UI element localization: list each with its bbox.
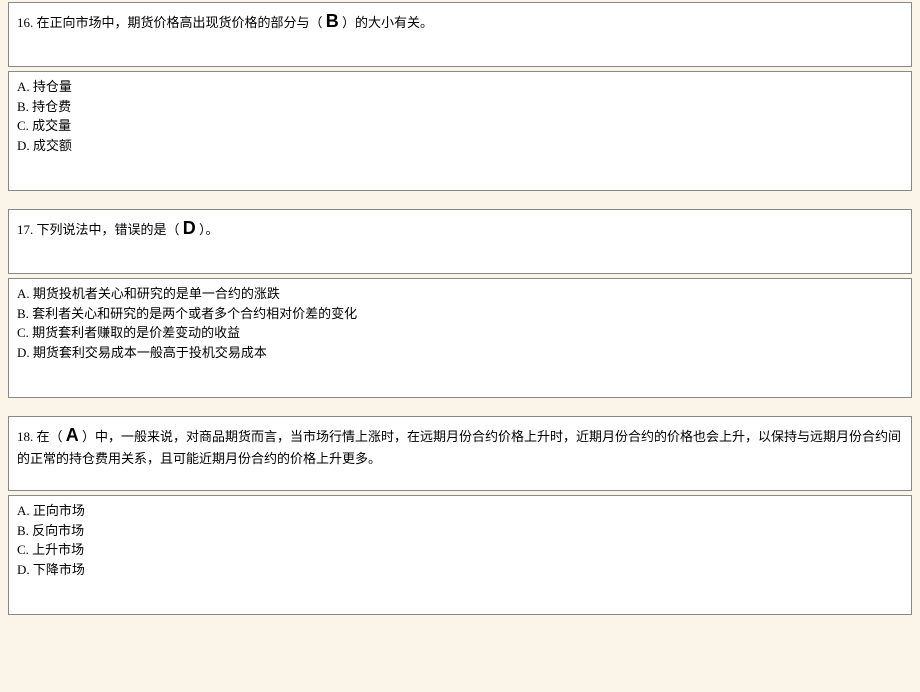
question-text-before: 在（ bbox=[37, 429, 63, 444]
option-a: A. 正向市场 bbox=[17, 501, 903, 521]
option-c: C. 期货套利者赚取的是价差变动的收益 bbox=[17, 323, 903, 343]
answer-letter: A bbox=[66, 425, 79, 445]
option-a: A. 期货投机者关心和研究的是单一合约的涨跌 bbox=[17, 284, 903, 304]
question-text-before: 在正向市场中，期货价格高出现货价格的部分与（ bbox=[37, 15, 323, 30]
question-text-after: ）中，一般来说，对商品期货而言，当市场行情上涨时，在远期月份合约价格上升时，近期… bbox=[17, 429, 901, 466]
option-b: B. 反向市场 bbox=[17, 521, 903, 541]
question-box: 17. 下列说法中，错误的是（ D ）。 bbox=[8, 209, 912, 274]
question-number: 16. bbox=[17, 15, 33, 30]
question-number: 18. bbox=[17, 429, 33, 444]
option-d: D. 下降市场 bbox=[17, 560, 903, 580]
answer-letter: B bbox=[326, 11, 339, 31]
question-text-before: 下列说法中，错误的是（ bbox=[37, 222, 180, 237]
question-box: 18. 在（ A ）中，一般来说，对商品期货而言，当市场行情上涨时，在远期月份合… bbox=[8, 416, 912, 491]
option-b: B. 套利者关心和研究的是两个或者多个合约相对价差的变化 bbox=[17, 304, 903, 324]
option-a: A. 持仓量 bbox=[17, 77, 903, 97]
question-number: 17. bbox=[17, 222, 33, 237]
answer-box: A. 正向市场 B. 反向市场 C. 上升市场 D. 下降市场 bbox=[8, 495, 912, 615]
question-block-18: 18. 在（ A ）中，一般来说，对商品期货而言，当市场行情上涨时，在远期月份合… bbox=[0, 416, 920, 615]
option-c: C. 成交量 bbox=[17, 116, 903, 136]
option-c: C. 上升市场 bbox=[17, 540, 903, 560]
answer-box: A. 持仓量 B. 持仓费 C. 成交量 D. 成交额 bbox=[8, 71, 912, 191]
question-text-after: ）。 bbox=[199, 222, 219, 237]
answer-letter: D bbox=[183, 218, 196, 238]
question-box: 16. 在正向市场中，期货价格高出现货价格的部分与（ B ）的大小有关。 bbox=[8, 2, 912, 67]
question-block-17: 17. 下列说法中，错误的是（ D ）。 A. 期货投机者关心和研究的是单一合约… bbox=[0, 209, 920, 398]
answer-box: A. 期货投机者关心和研究的是单一合约的涨跌 B. 套利者关心和研究的是两个或者… bbox=[8, 278, 912, 398]
option-b: B. 持仓费 bbox=[17, 97, 903, 117]
question-text-after: ）的大小有关。 bbox=[342, 15, 433, 30]
option-d: D. 成交额 bbox=[17, 136, 903, 156]
question-block-16: 16. 在正向市场中，期货价格高出现货价格的部分与（ B ）的大小有关。 A. … bbox=[0, 2, 920, 191]
option-d: D. 期货套利交易成本一般高于投机交易成本 bbox=[17, 343, 903, 363]
